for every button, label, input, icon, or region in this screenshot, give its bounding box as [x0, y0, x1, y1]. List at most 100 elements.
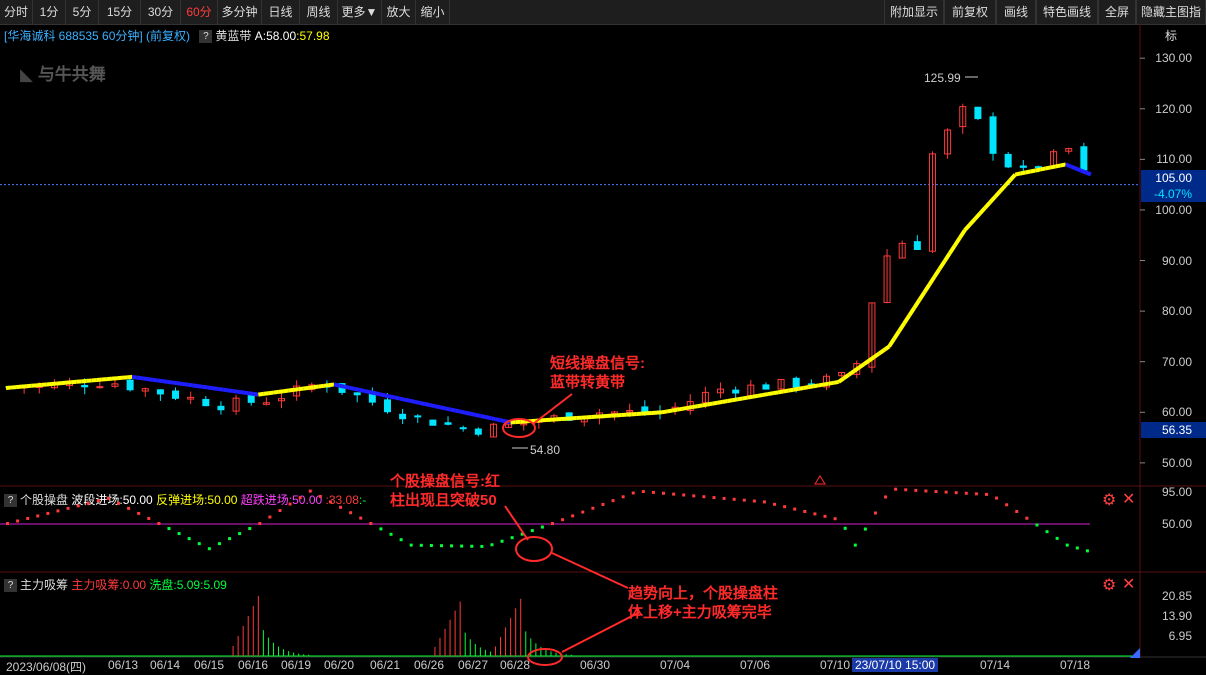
candle-body — [247, 395, 255, 403]
panel2-bar — [863, 527, 867, 531]
candle-body — [156, 389, 164, 395]
price-tick: 90.00 — [1161, 253, 1192, 268]
band-segment — [167, 379, 173, 385]
panel2-bar — [561, 518, 565, 522]
band-segment — [338, 383, 345, 389]
date-tick: 06/30 — [580, 658, 611, 672]
band-segment — [177, 381, 183, 386]
panel2-bar — [278, 509, 282, 513]
panel2-bar — [106, 496, 110, 500]
candle-body — [429, 419, 437, 426]
band-segment — [802, 385, 809, 390]
close-icon[interactable]: ✕ — [1122, 574, 1135, 594]
panel2-bar — [26, 516, 30, 520]
band-segment — [368, 390, 375, 396]
panel2-bar — [984, 492, 988, 496]
date-tick: 06/20 — [324, 658, 355, 672]
band-segment — [912, 298, 922, 309]
panel2-bar — [813, 512, 817, 516]
band-segment — [162, 379, 168, 384]
band-segment — [767, 391, 774, 397]
panel2-bar — [884, 495, 888, 499]
band-segment — [988, 195, 997, 204]
price-tick: 50.00 — [1161, 455, 1192, 470]
candle-body — [913, 241, 921, 251]
panel2-bar — [187, 537, 191, 541]
panel2-bar — [530, 529, 534, 533]
panel2-bar — [217, 542, 221, 546]
panel2-bar — [510, 536, 514, 540]
panel2-bar — [551, 522, 554, 525]
panel2-bar — [1075, 546, 1079, 550]
band-segment — [1055, 163, 1062, 169]
band-segment — [671, 407, 678, 413]
band-segment — [927, 275, 937, 286]
settings-gear-icon[interactable]: ⚙ — [1102, 575, 1116, 595]
band-segment — [268, 390, 274, 396]
panel2-bar — [288, 502, 292, 506]
date-tick: 23/07/10 15:00 — [852, 658, 939, 672]
low-label: 54.80 — [530, 443, 561, 457]
panel2-bar — [1025, 516, 1029, 520]
band-segment — [157, 378, 163, 384]
candle-body — [96, 386, 104, 389]
band-segment — [479, 413, 486, 419]
panel2-bar — [1015, 510, 1019, 513]
close-icon[interactable]: ✕ — [1122, 489, 1135, 509]
panel2-bar — [86, 501, 90, 505]
panel2-bar — [924, 489, 928, 493]
band-segment — [474, 412, 481, 418]
band-segment — [691, 404, 698, 410]
date-tick: 06/19 — [281, 658, 312, 672]
band-segment — [772, 390, 779, 396]
date-tick: 2023/06/08(四) — [6, 660, 87, 674]
band-segment — [273, 389, 279, 395]
band-segment — [922, 283, 932, 294]
annotation-line: 个股操盘信号:红 — [390, 473, 500, 490]
panel2-bar — [268, 515, 272, 519]
panel2-bar — [117, 501, 121, 505]
candle-body — [172, 390, 180, 399]
panel2-tick: 95.00 — [1161, 484, 1192, 499]
band-segment — [328, 382, 335, 388]
band-segment — [152, 377, 158, 383]
panel2-bar — [359, 516, 363, 520]
band-segment — [308, 385, 315, 390]
panel2-bar — [914, 488, 918, 492]
settings-gear-icon[interactable]: ⚙ — [1102, 490, 1116, 510]
price-tick: 100.00 — [1155, 202, 1192, 217]
candle-body — [474, 428, 482, 435]
band-segment — [712, 400, 718, 406]
band-segment — [892, 329, 901, 340]
band-segment — [1085, 170, 1092, 177]
kline-chart[interactable] — [0, 0, 1206, 675]
panel2-bar — [258, 522, 262, 525]
panel3-tick: 6.95 — [1168, 629, 1192, 644]
band-segment — [686, 405, 693, 410]
candle-body — [1019, 165, 1027, 168]
panel2-bar — [964, 491, 968, 495]
band-segment — [942, 252, 952, 263]
panel2-bar — [692, 494, 696, 498]
resize-corner-icon[interactable] — [1130, 648, 1140, 658]
panel2-bar — [6, 522, 9, 525]
band-segment — [707, 401, 713, 407]
panel2-bar — [540, 525, 544, 529]
band-segment — [737, 396, 744, 402]
band-segment — [449, 407, 456, 413]
band-segment — [998, 184, 1007, 193]
band-segment — [242, 390, 249, 396]
panel2-bar — [712, 496, 716, 500]
band-segment — [1040, 166, 1046, 172]
band-segment — [202, 384, 209, 390]
panel2-bar — [702, 495, 706, 499]
band-segment — [1014, 171, 1021, 177]
band-segment — [363, 389, 370, 395]
panel2-bar — [177, 532, 181, 536]
panel2-bar — [1055, 536, 1059, 540]
price-tick: 130.00 — [1155, 51, 1192, 66]
band-segment — [902, 314, 911, 325]
panel2-bar — [682, 493, 686, 497]
candle-body — [217, 405, 225, 411]
band-segment — [661, 409, 668, 415]
